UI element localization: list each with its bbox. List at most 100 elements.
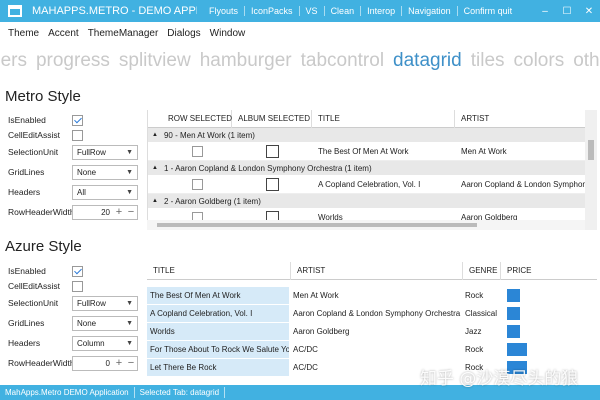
iconpacks-command[interactable]: IconPacks: [245, 6, 300, 16]
metro-headers-combo[interactable]: All ▼: [72, 184, 138, 200]
minimize-button[interactable]: –: [534, 0, 556, 22]
table-row[interactable]: The Best Of Men At Work Men At Work: [148, 143, 597, 161]
col-price[interactable]: PRICE: [501, 262, 541, 280]
minus-icon[interactable]: −: [125, 206, 137, 218]
tab-progress[interactable]: progress: [36, 50, 110, 72]
price-cell[interactable]: [503, 324, 543, 338]
col-row-selected[interactable]: ROW SELECTED: [148, 110, 232, 128]
maximize-button[interactable]: ☐: [556, 0, 578, 22]
row-selected-checkbox[interactable]: [191, 179, 203, 190]
metro-selectionunit-combo[interactable]: FullRow ▼: [72, 144, 138, 160]
col-album-selected[interactable]: ALBUM SELECTED: [232, 110, 312, 128]
row-selected-cell[interactable]: [148, 146, 232, 157]
menu-window[interactable]: Window: [206, 26, 251, 42]
vertical-scrollbar[interactable]: [585, 110, 597, 230]
title-cell[interactable]: For Those About To Rock We Salute You: [147, 340, 289, 358]
group-header[interactable]: ▲ 1 - Aaron Copland & London Symphony Orc…: [148, 161, 597, 176]
menu-dialogs[interactable]: Dialogs: [163, 26, 205, 42]
col-title[interactable]: TITLE: [147, 262, 291, 280]
genre-cell[interactable]: Rock: [463, 345, 503, 354]
title-cell[interactable]: The Best Of Men At Work: [312, 147, 455, 156]
group-header[interactable]: ▲ 2 - Aaron Goldberg (1 item): [148, 194, 597, 209]
azure-celledit-checkbox[interactable]: [72, 280, 83, 292]
metro-datagrid[interactable]: ROW SELECTED ALBUM SELECTED TITLE ARTIST…: [147, 110, 597, 230]
genre-cell[interactable]: Classical: [463, 309, 503, 318]
tab-colors[interactable]: colors: [514, 50, 565, 72]
artist-cell[interactable]: AC/DC: [291, 345, 463, 354]
album-selected-checkbox[interactable]: [265, 145, 279, 158]
artist-cell[interactable]: Aaron Copland & London Symphony: [455, 180, 585, 189]
price-cell[interactable]: [503, 342, 543, 356]
scrollbar-thumb[interactable]: [588, 140, 594, 160]
title-cell[interactable]: Let There Be Rock: [147, 358, 289, 376]
azure-headers-combo[interactable]: Column ▼: [72, 335, 138, 351]
col-artist[interactable]: ARTIST: [291, 262, 463, 280]
azure-isenabled-row: IsEnabled: [8, 263, 83, 279]
azure-rowheaderwidth-value: 0: [105, 358, 110, 368]
tab-splitview[interactable]: splitview: [119, 50, 191, 72]
genre-cell[interactable]: Jazz: [463, 327, 503, 336]
title-cell[interactable]: Worlds: [147, 322, 289, 340]
expander-down-icon[interactable]: ▲: [152, 165, 158, 171]
row-selected-checkbox[interactable]: [191, 146, 203, 157]
expander-down-icon[interactable]: ▲: [152, 132, 158, 138]
table-row[interactable]: Worlds Aaron Goldberg Jazz: [147, 322, 597, 340]
artist-cell[interactable]: Aaron Copland & London Symphony Orchestr…: [291, 309, 463, 318]
artist-cell[interactable]: Men At Work: [455, 147, 585, 156]
row-selected-cell[interactable]: [148, 179, 232, 190]
album-selected-cell[interactable]: [232, 178, 312, 191]
interop-command[interactable]: Interop: [361, 6, 403, 16]
album-selected-checkbox[interactable]: [265, 178, 279, 191]
azure-gridlines-combo[interactable]: None ▼: [72, 315, 138, 331]
table-row[interactable]: A Copland Celebration, Vol. I Aaron Copl…: [148, 176, 597, 194]
artist-cell[interactable]: Men At Work: [291, 291, 463, 300]
price-cell[interactable]: [503, 288, 543, 302]
title-cell[interactable]: The Best Of Men At Work: [147, 286, 289, 304]
price-cell[interactable]: [503, 306, 543, 320]
horizontal-scrollbar[interactable]: [147, 220, 585, 230]
tab-others[interactable]: others: [573, 50, 600, 72]
close-button[interactable]: ✕: [578, 0, 600, 22]
tab-hamburger[interactable]: hamburger: [200, 50, 292, 72]
expander-down-icon[interactable]: ▲: [152, 198, 158, 204]
azure-isenabled-checkbox[interactable]: [72, 265, 83, 277]
artist-cell[interactable]: Aaron Goldberg: [291, 327, 463, 336]
navigation-command[interactable]: Navigation: [402, 6, 458, 16]
metro-isenabled-checkbox[interactable]: [72, 114, 83, 126]
flyouts-command[interactable]: Flyouts: [203, 6, 246, 16]
azure-selectionunit-combo[interactable]: FullRow ▼: [72, 295, 138, 311]
album-selected-cell[interactable]: [232, 145, 312, 158]
plus-icon[interactable]: +: [113, 206, 125, 218]
azure-rowheaderwidth-numeric[interactable]: 0 + −: [72, 355, 138, 371]
metro-gridlines-combo[interactable]: None ▼: [72, 164, 138, 180]
scrollbar-thumb[interactable]: [157, 223, 477, 227]
menu-thememanager[interactable]: ThemeManager: [84, 26, 164, 42]
metro-section-title: Metro Style: [5, 88, 81, 105]
group-header[interactable]: ▲ 90 - Men At Work (1 item): [148, 128, 597, 143]
menu-theme[interactable]: Theme: [0, 26, 44, 42]
azure-datagrid[interactable]: TITLE ARTIST GENRE PRICE The Best Of Men…: [147, 262, 597, 379]
confirm-quit-command[interactable]: Confirm quit: [458, 6, 519, 16]
price-bar: [507, 324, 520, 338]
table-row[interactable]: The Best Of Men At Work Men At Work Rock: [147, 286, 597, 304]
clean-command[interactable]: Clean: [325, 6, 362, 16]
col-title[interactable]: TITLE: [312, 110, 455, 128]
table-row[interactable]: A Copland Celebration, Vol. I Aaron Copla…: [147, 304, 597, 322]
title-cell[interactable]: A Copland Celebration, Vol. I: [147, 304, 289, 322]
metro-rowheaderwidth-numeric[interactable]: 20 + −: [72, 204, 138, 220]
table-row[interactable]: For Those About To Rock We Salute You AC/…: [147, 340, 597, 358]
menu-accent[interactable]: Accent: [44, 26, 84, 42]
col-artist[interactable]: ARTIST: [455, 110, 585, 128]
minus-icon[interactable]: −: [125, 357, 137, 369]
title-cell[interactable]: A Copland Celebration, Vol. I: [312, 180, 455, 189]
col-genre[interactable]: GENRE: [463, 262, 501, 280]
tab-tiles[interactable]: tiles: [471, 50, 505, 72]
vs-command[interactable]: VS: [300, 6, 325, 16]
tab-datagrid[interactable]: datagrid: [393, 50, 462, 72]
metro-celledit-checkbox[interactable]: [72, 129, 83, 141]
tab-sliders[interactable]: ders: [0, 50, 27, 72]
plus-icon[interactable]: +: [113, 357, 125, 369]
tab-tabcontrol[interactable]: tabcontrol: [301, 50, 384, 72]
chevron-down-icon: ▼: [126, 319, 133, 327]
genre-cell[interactable]: Rock: [463, 291, 503, 300]
